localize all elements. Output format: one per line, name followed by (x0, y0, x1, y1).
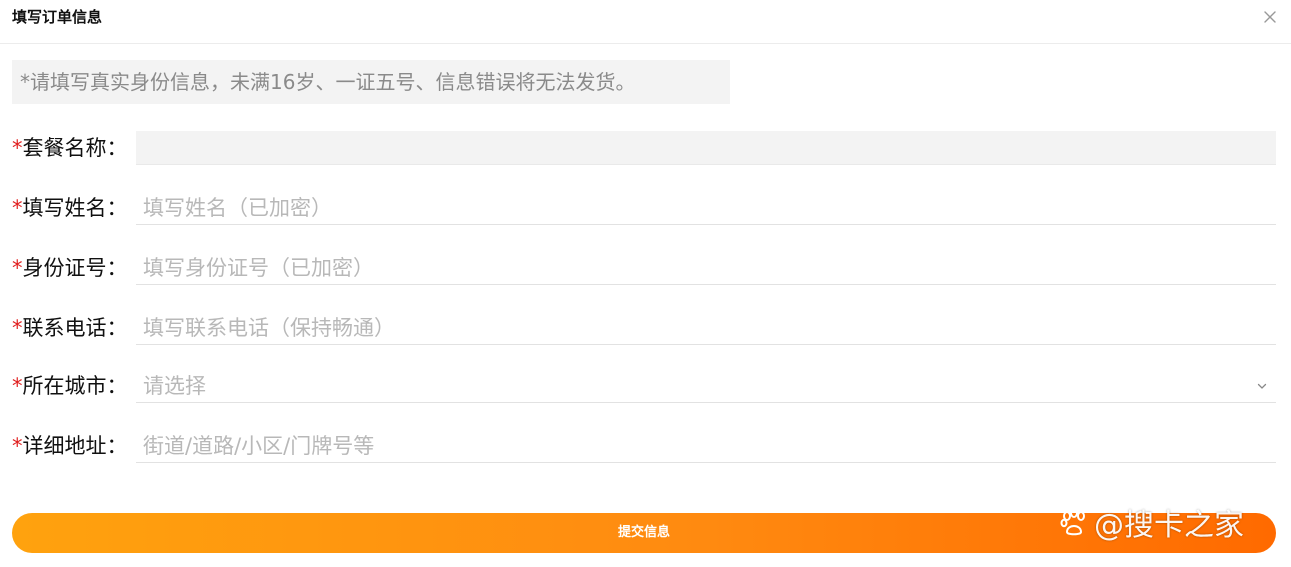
close-button[interactable] (1261, 8, 1279, 26)
address-row: *详细地址： (0, 429, 1291, 463)
address-label: *详细地址： (12, 434, 128, 458)
required-mark: * (12, 374, 23, 398)
city-row: *所在城市： 请选择 (0, 369, 1291, 403)
city-select[interactable]: 请选择 (136, 369, 1276, 403)
close-icon (1264, 11, 1276, 23)
order-info-dialog: 填写订单信息 *请填写真实身份信息，未满16岁、一证五号、信息错误将无法发货。 … (0, 0, 1291, 567)
package-field[interactable] (136, 131, 1276, 165)
city-label: *所在城市： (12, 374, 128, 398)
id-number-input[interactable] (136, 251, 1276, 285)
required-mark: * (12, 256, 23, 280)
id-number-label: *身份证号： (12, 256, 128, 280)
name-input[interactable] (136, 191, 1276, 225)
chevron-down-icon (1257, 383, 1267, 389)
required-mark: * (12, 434, 23, 458)
city-select-placeholder: 请选择 (143, 374, 206, 398)
required-mark: * (12, 136, 23, 160)
name-label: *填写姓名： (12, 196, 128, 220)
submit-button[interactable]: 提交信息 (12, 513, 1276, 553)
dialog-title: 填写订单信息 (12, 8, 103, 26)
address-input[interactable] (136, 429, 1276, 463)
required-mark: * (12, 316, 23, 340)
dialog-header: 填写订单信息 (0, 0, 1291, 44)
required-mark: * (12, 196, 23, 220)
package-label: *套餐名称： (12, 136, 128, 160)
package-row: *套餐名称： (0, 131, 1291, 165)
phone-input[interactable] (136, 311, 1276, 345)
id-number-row: *身份证号： (0, 251, 1291, 285)
notice-banner: *请填写真实身份信息，未满16岁、一证五号、信息错误将无法发货。 (12, 60, 730, 104)
name-row: *填写姓名： (0, 191, 1291, 225)
phone-label: *联系电话： (12, 316, 128, 340)
phone-row: *联系电话： (0, 311, 1291, 345)
